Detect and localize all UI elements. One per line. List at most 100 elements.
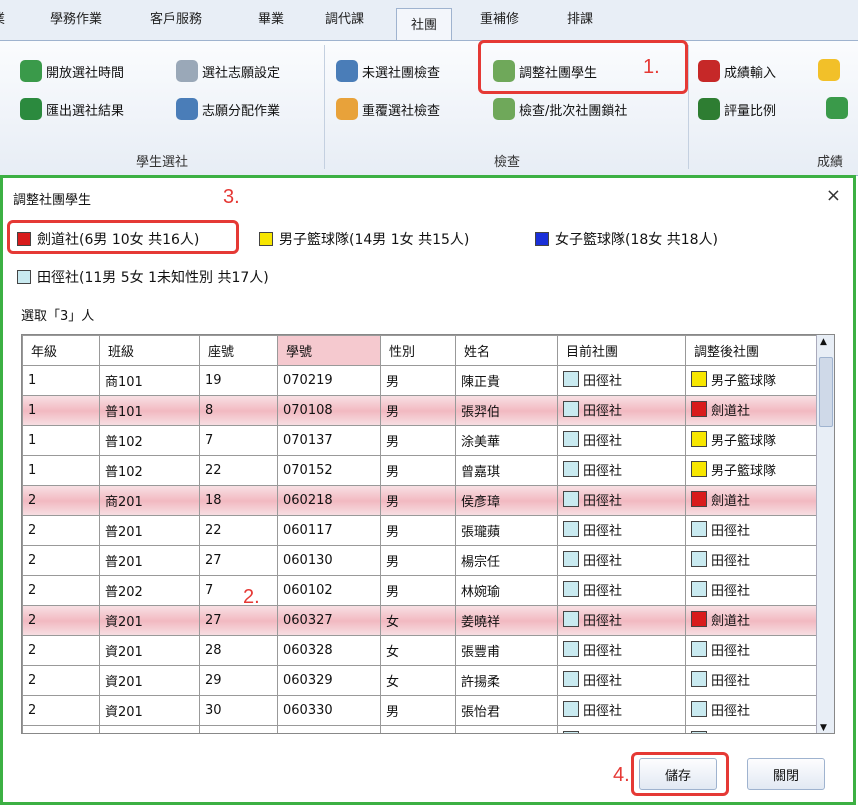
cell: 060328 <box>277 635 381 666</box>
tab-clubs[interactable]: 社團 <box>396 8 453 40</box>
close-button[interactable]: 關閉 <box>747 758 825 790</box>
cell: 2 <box>22 695 100 726</box>
color-swatch <box>563 701 579 718</box>
group-label-grades: 成績 <box>817 155 844 170</box>
current-club-cell: 田徑社 <box>557 725 686 733</box>
new-club-cell: 田徑社 <box>685 515 819 546</box>
batch-lock-button[interactable]: 檢查/批次社團鎖社 <box>493 95 627 123</box>
settings-chart-icon <box>176 60 198 82</box>
cell: 普101 <box>99 395 200 426</box>
cell: 22 <box>199 515 278 546</box>
table-row[interactable]: 3商30117050217女李瑞玲田徑社田徑社 <box>22 725 819 733</box>
scroll-thumb[interactable] <box>819 357 833 427</box>
new-club-cell: 男子籃球隊 <box>685 425 819 456</box>
col-gender[interactable]: 性別 <box>380 335 456 366</box>
club-chip-girls-basketball[interactable]: 女子籃球隊(18女 共18人) <box>535 229 718 249</box>
cell: 070108 <box>277 395 381 426</box>
refresh-icon[interactable] <box>826 97 848 119</box>
cell: 29 <box>199 665 278 696</box>
star-icon[interactable] <box>818 59 840 81</box>
col-seat[interactable]: 座號 <box>199 335 278 366</box>
table-row[interactable]: 1 普101 8 070108 男張羿伯 田徑社 劍道社 <box>22 395 819 426</box>
table-row[interactable]: 2 資201 30 060330 男張怡君 田徑社 田徑社 <box>22 695 819 726</box>
cell: 060117 <box>277 515 381 546</box>
current-club-cell: 田徑社 <box>557 545 686 576</box>
col-student-id[interactable]: 學號 <box>277 335 381 366</box>
color-swatch <box>563 521 579 538</box>
cell: 19 <box>199 365 278 396</box>
cell: 22 <box>199 455 278 486</box>
cell: 060327 <box>277 605 381 636</box>
color-swatch <box>691 701 707 718</box>
scroll-up-icon[interactable]: ▲ <box>820 337 827 347</box>
tab-student-affairs[interactable]: 學務作業 <box>50 8 102 27</box>
cell: 女 <box>380 665 456 696</box>
col-grade[interactable]: 年級 <box>22 335 100 366</box>
cell: 2 <box>22 575 100 606</box>
color-swatch <box>563 371 579 388</box>
cell: 2 <box>22 545 100 576</box>
unselected-check-button[interactable]: 未選社團檢查 <box>336 57 440 85</box>
student-grid: 年級 班級 座號 學號 性別 姓名 目前社團 調整後社團 1 商101 19 0702… <box>21 334 835 734</box>
current-club-cell: 田徑社 <box>557 665 686 696</box>
club-chip-track[interactable]: 田徑社(11男 5女 1未知性別 共17人) <box>17 267 269 287</box>
cell: 1 <box>22 425 100 456</box>
cell: 28 <box>199 635 278 666</box>
group-label-selection: 學生選社 <box>136 155 189 170</box>
table-row[interactable]: 2 普201 22 060117 男張瓏蘋 田徑社 田徑社 <box>22 515 819 546</box>
cell: 060130 <box>277 545 381 576</box>
vertical-scrollbar[interactable]: ▲ ▼ <box>816 335 834 733</box>
tab-partial[interactable]: 業 <box>0 8 5 27</box>
table-row[interactable]: 2 資201 28 060328 女張豐甫 田徑社 田徑社 <box>22 635 819 666</box>
new-club-cell: 劍道社 <box>685 605 819 636</box>
table-row[interactable]: 1 普102 22 070152 男曾嘉琪 田徑社 男子籃球隊 <box>22 455 819 486</box>
scroll-down-icon[interactable]: ▼ <box>820 723 827 733</box>
table-row[interactable]: 2 資201 29 060329 女許揚柔 田徑社 田徑社 <box>22 665 819 696</box>
col-current-club[interactable]: 目前社團 <box>557 335 686 366</box>
tab-remedial[interactable]: 重補修 <box>480 8 519 27</box>
new-club-cell: 田徑社 <box>685 575 819 606</box>
clock-icon <box>20 60 42 82</box>
tab-customer-service[interactable]: 客戶服務 <box>150 8 202 27</box>
col-class[interactable]: 班級 <box>99 335 200 366</box>
users-search-icon <box>336 98 358 120</box>
cell: 陳正貴 <box>455 365 558 396</box>
annotation-4: 4. <box>613 764 630 786</box>
tab-substitute[interactable]: 調代課 <box>325 8 364 27</box>
current-club-cell: 田徑社 <box>557 365 686 396</box>
color-swatch <box>691 521 707 538</box>
new-club-cell: 田徑社 <box>685 695 819 726</box>
database-export-icon <box>20 98 42 120</box>
cell: 070137 <box>277 425 381 456</box>
current-club-cell: 田徑社 <box>557 425 686 456</box>
tab-graduation[interactable]: 畢業 <box>258 8 284 27</box>
tab-scheduling[interactable]: 排課 <box>567 8 593 27</box>
cell: 姜曉祥 <box>455 605 558 636</box>
preference-assign-button[interactable]: 志願分配作業 <box>176 95 280 123</box>
table-row[interactable]: 1 商101 19 070219 男陳正貴 田徑社 男子籃球隊 <box>22 365 819 396</box>
table-row[interactable]: 2 普201 27 060130 男楊宗任 田徑社 田徑社 <box>22 545 819 576</box>
table-row[interactable]: 2 普202 7 060102 男林婉瑜 田徑社 田徑社 <box>22 575 819 606</box>
table-row[interactable]: 2 商201 18 060218 男侯彥璋 田徑社 劍道社 <box>22 485 819 516</box>
table-row[interactable]: 1 普102 7 070137 男涂美華 田徑社 男子籃球隊 <box>22 425 819 456</box>
table-row[interactable]: 2 資201 27 060327 女姜曉祥 田徑社 劍道社 <box>22 605 819 636</box>
close-icon[interactable]: × <box>826 185 841 206</box>
color-swatch <box>691 401 707 418</box>
open-selection-time-button[interactable]: 開放選社時間 <box>20 57 124 85</box>
col-new-club[interactable]: 調整後社團 <box>685 335 819 366</box>
grade-input-button[interactable]: 成績輸入 <box>698 57 776 85</box>
club-chip-boys-basketball[interactable]: 男子籃球隊(14男 1女 共15人) <box>259 229 469 249</box>
export-results-button[interactable]: 匯出選社結果 <box>20 95 124 123</box>
current-club-cell: 田徑社 <box>557 575 686 606</box>
col-name[interactable]: 姓名 <box>455 335 558 366</box>
cell: 27 <box>199 545 278 576</box>
duplicate-check-button[interactable]: 重覆選社檢查 <box>336 95 440 123</box>
cell: 2 <box>22 485 100 516</box>
current-club-cell: 田徑社 <box>557 485 686 516</box>
weight-ratio-button[interactable]: 評量比例 <box>698 95 776 123</box>
color-swatch <box>563 551 579 568</box>
cell: 060330 <box>277 695 381 726</box>
selected-count: 選取「3」人 <box>21 309 95 324</box>
preference-settings-button[interactable]: 選社志願設定 <box>176 57 280 85</box>
cell: 女 <box>380 725 456 733</box>
